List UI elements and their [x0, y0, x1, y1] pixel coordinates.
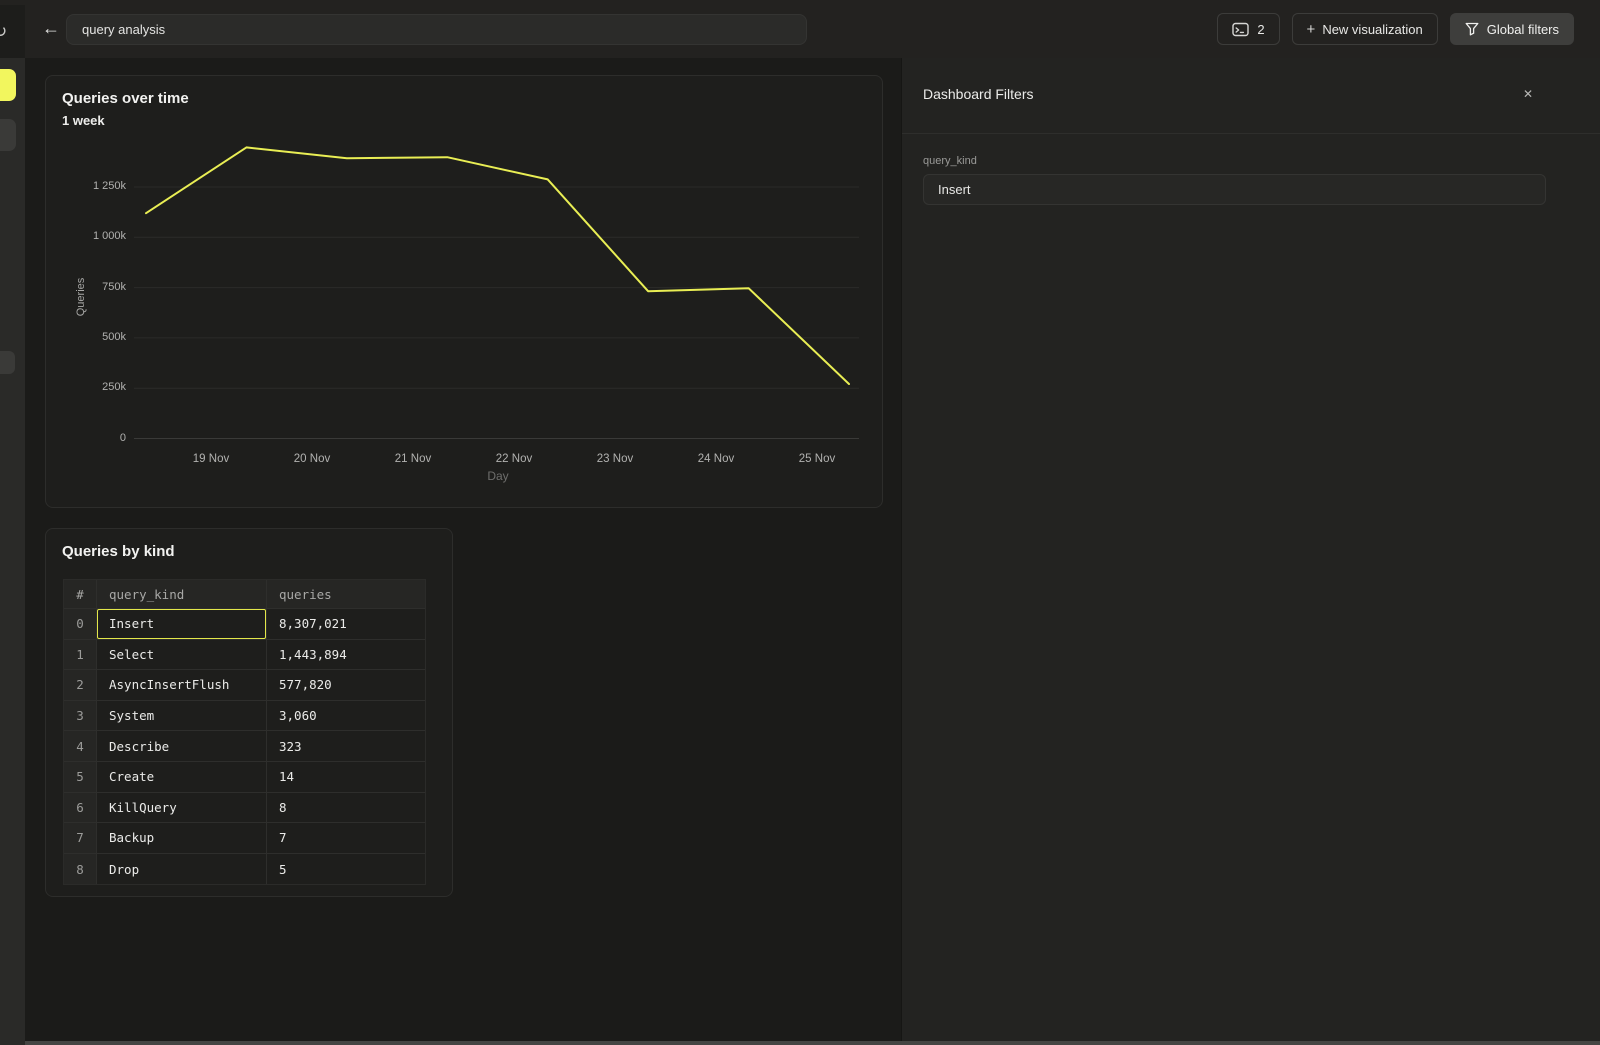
global-filters-label: Global filters [1487, 22, 1559, 37]
query-kind-filter-select[interactable]: Insert [923, 174, 1546, 205]
row-index-cell: 6 [64, 793, 97, 823]
queries-count-cell[interactable]: 577,820 [267, 670, 427, 700]
table-title: Queries by kind [62, 543, 175, 560]
column-header[interactable]: query_kind [97, 580, 267, 608]
column-header[interactable]: # [64, 580, 97, 608]
sql-console-button[interactable]: 2 [1217, 13, 1279, 45]
table-row: 3System3,060 [64, 701, 425, 732]
reload-icon[interactable]: ↻ [0, 22, 7, 42]
queries-by-kind-card: Queries by kind #query_kindqueries0Inser… [45, 528, 453, 897]
dashboard-app: ↻ ← 2 + New visualization Global f [0, 0, 1600, 1045]
dashboard-title-input[interactable] [66, 14, 807, 45]
close-icon[interactable]: ✕ [1518, 84, 1538, 104]
top-bar: ↻ ← 2 + New visualization Global f [0, 0, 1600, 58]
series-line [146, 147, 849, 384]
y-tick-label: 750k [46, 281, 126, 293]
column-header[interactable]: queries [267, 580, 427, 608]
global-filters-button[interactable]: Global filters [1450, 13, 1574, 45]
row-index-cell: 1 [64, 640, 97, 670]
x-tick-label: 21 Nov [377, 453, 449, 465]
sql-console-icon [1232, 22, 1249, 37]
query-kind-cell[interactable]: AsyncInsertFlush [97, 670, 267, 700]
horizontal-scrollbar[interactable] [25, 1041, 1600, 1045]
x-tick-label: 23 Nov [579, 453, 651, 465]
query-kind-cell[interactable]: Describe [97, 731, 267, 761]
sidebar-item[interactable] [0, 119, 16, 151]
row-index-cell: 5 [64, 762, 97, 792]
table-header-row: #query_kindqueries [64, 580, 425, 609]
query-kind-cell[interactable]: Create [97, 762, 267, 792]
table-row: 0Insert8,307,021 [64, 609, 425, 640]
panel-divider [902, 133, 1600, 134]
back-button[interactable]: ← [38, 15, 64, 41]
query-kind-cell[interactable]: KillQuery [97, 793, 267, 823]
row-index-cell: 8 [64, 854, 97, 885]
x-tick-label: 24 Nov [680, 453, 752, 465]
table-row: 7Backup7 [64, 823, 425, 854]
queries-count-cell[interactable]: 323 [267, 731, 427, 761]
row-index-cell: 2 [64, 670, 97, 700]
new-visualization-label: New visualization [1322, 22, 1422, 37]
x-tick-label: 25 Nov [781, 453, 853, 465]
queries-over-time-card: Queries over time 1 week Queries Day 025… [45, 75, 883, 508]
sidebar-item[interactable] [0, 351, 15, 374]
query-kind-cell[interactable]: System [97, 701, 267, 731]
top-left-notch: ↻ [0, 5, 25, 58]
x-tick-label: 22 Nov [478, 453, 550, 465]
left-sidebar [0, 58, 25, 1045]
queries-count-cell[interactable]: 7 [267, 823, 427, 853]
y-tick-label: 500k [46, 331, 126, 343]
query-kind-cell[interactable]: Insert [97, 609, 267, 639]
filter-field-label: query_kind [923, 155, 977, 167]
chart-canvas [46, 76, 884, 509]
y-tick-label: 1 250k [46, 180, 126, 192]
plus-icon: + [1307, 21, 1316, 38]
x-tick-label: 19 Nov [175, 453, 247, 465]
y-tick-label: 1 000k [46, 230, 126, 242]
dashboard-filters-panel: Dashboard Filters ✕ query_kind Insert [901, 58, 1600, 1045]
x-axis-title: Day [468, 469, 528, 483]
console-count: 2 [1257, 22, 1264, 37]
funnel-icon [1465, 22, 1479, 36]
y-tick-label: 250k [46, 381, 126, 393]
query-kind-cell[interactable]: Drop [97, 854, 267, 885]
topbar-actions: 2 + New visualization Global filters [1217, 13, 1574, 45]
table-row: 2AsyncInsertFlush577,820 [64, 670, 425, 701]
table-row: 1Select1,443,894 [64, 640, 425, 671]
queries-count-cell[interactable]: 5 [267, 854, 427, 885]
panel-title: Dashboard Filters [923, 86, 1034, 102]
row-index-cell: 3 [64, 701, 97, 731]
y-tick-label: 0 [46, 432, 126, 444]
line-chart[interactable]: Queries Day 0250k500k750k1 000k1 250k 19… [46, 76, 884, 509]
table-row: 6KillQuery8 [64, 793, 425, 824]
row-index-cell: 7 [64, 823, 97, 853]
table-row: 4Describe323 [64, 731, 425, 762]
queries-count-cell[interactable]: 14 [267, 762, 427, 792]
table-row: 5Create14 [64, 762, 425, 793]
x-tick-label: 20 Nov [276, 453, 348, 465]
queries-table: #query_kindqueries0Insert8,307,0211Selec… [63, 579, 426, 885]
sidebar-item-active[interactable] [0, 69, 16, 101]
queries-count-cell[interactable]: 8,307,021 [267, 609, 427, 639]
query-kind-cell[interactable]: Select [97, 640, 267, 670]
queries-count-cell[interactable]: 3,060 [267, 701, 427, 731]
new-visualization-button[interactable]: + New visualization [1292, 13, 1438, 45]
queries-count-cell[interactable]: 1,443,894 [267, 640, 427, 670]
row-index-cell: 4 [64, 731, 97, 761]
queries-count-cell[interactable]: 8 [267, 793, 427, 823]
main-content: Queries over time 1 week Queries Day 025… [25, 58, 901, 1045]
table-row: 8Drop5 [64, 854, 425, 885]
row-index-cell: 0 [64, 609, 97, 639]
query-kind-cell[interactable]: Backup [97, 823, 267, 853]
